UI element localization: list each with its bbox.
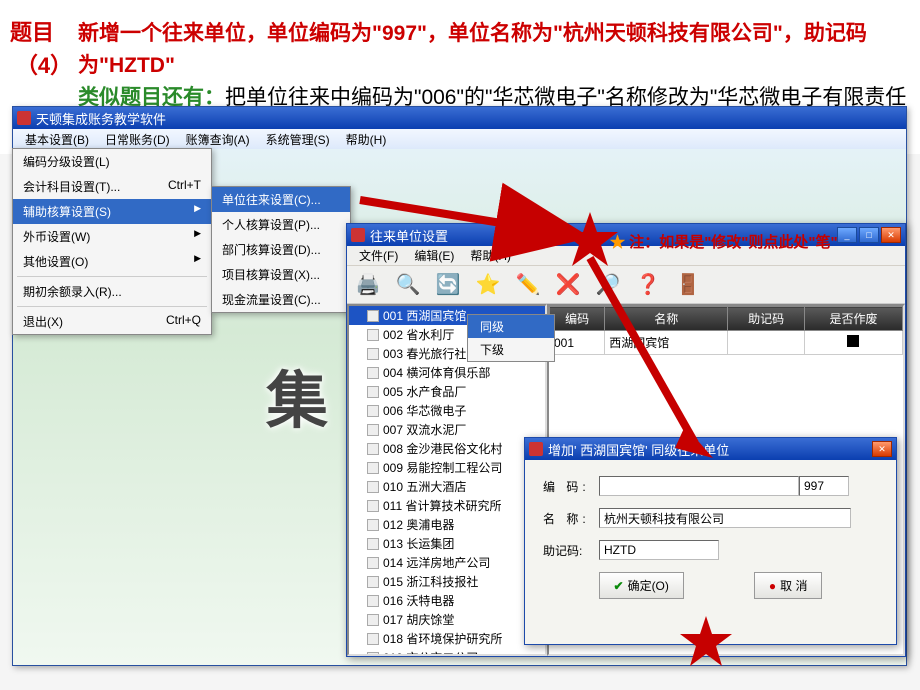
background-watermark: 集 (266, 350, 334, 440)
cancel-label: 取 消 (780, 577, 807, 594)
ok-button[interactable]: ✔ 确定(O) (599, 572, 684, 599)
dropdown-item[interactable]: 编码分级设置(L) (13, 149, 211, 174)
tree-item[interactable]: 013 长运集团 (349, 534, 545, 553)
tree-item[interactable]: 008 金沙港民俗文化村 (349, 439, 545, 458)
page-icon (367, 386, 379, 398)
page-icon (367, 481, 379, 493)
name-field[interactable] (599, 508, 851, 528)
page-icon (367, 652, 379, 657)
main-titlebar[interactable]: 天顿集成账务教学软件 (13, 107, 906, 129)
tree-item[interactable]: 019 市公交二公司 (349, 648, 545, 656)
question-number: （4） (10, 48, 78, 80)
page-icon (367, 633, 379, 645)
tree-item[interactable]: 016 沃特电器 (349, 591, 545, 610)
tree-item[interactable]: 005 水产食品厂 (349, 382, 545, 401)
print-icon[interactable]: 🖨️ (353, 270, 383, 300)
page-icon (367, 557, 379, 569)
edit-icon[interactable]: ✏️ (513, 270, 543, 300)
void-checkbox[interactable] (847, 335, 859, 347)
child-window-buttons: _ □ ✕ (837, 227, 901, 243)
menu-daily[interactable]: 日常账务(D) (97, 129, 178, 150)
minimize-button[interactable]: _ (837, 227, 857, 243)
submenu-item[interactable]: 现金流量设置(C)... (212, 287, 350, 312)
arrow-to-dialog (555, 248, 735, 468)
dropdown-item[interactable]: 期初余额录入(R)... (13, 279, 211, 304)
tree-item[interactable]: 014 远洋房地产公司 (349, 553, 545, 572)
tree-item[interactable]: 017 胡庆馀堂 (349, 610, 545, 629)
page-icon (367, 443, 379, 455)
tree-item[interactable]: 007 双流水泥厂 (349, 420, 545, 439)
close-button[interactable]: ✕ (881, 227, 901, 243)
search-icon[interactable]: 🔍 (393, 270, 423, 300)
page-icon (367, 405, 379, 417)
dialog-icon (529, 442, 543, 456)
page-icon (367, 329, 379, 341)
page-icon (367, 576, 379, 588)
cell-mnemonic (728, 331, 805, 355)
question-main: 新增一个往来单位，单位编码为"997"，单位名称为"杭州天顿科技有限公司"，助记… (78, 18, 910, 82)
cancel-icon: ● (769, 579, 776, 593)
star-bottom-icon (678, 614, 734, 670)
tree-item[interactable]: 004 横河体育俱乐部 (349, 363, 545, 382)
tree-item[interactable]: 011 省计算技术研究所 (349, 496, 545, 515)
th-void[interactable]: 是否作废 (804, 307, 902, 331)
page-icon (367, 538, 379, 550)
page-icon (367, 595, 379, 607)
main-menubar: 基本设置(B) 日常账务(D) 账簿查询(A) 系统管理(S) 帮助(H) (13, 129, 906, 149)
dropdown-item[interactable]: 辅助核算设置(S)▶ (13, 199, 211, 224)
dropdown-item[interactable]: 外币设置(W)▶ (13, 224, 211, 249)
menu-system[interactable]: 系统管理(S) (258, 129, 338, 150)
page-icon (367, 614, 379, 626)
code-field-left[interactable] (599, 476, 799, 496)
level-same[interactable]: 同级 (468, 315, 554, 338)
page-icon (367, 519, 379, 531)
dialog-close-button[interactable]: ✕ (872, 441, 892, 457)
page-icon (367, 500, 379, 512)
page-icon (367, 462, 379, 474)
check-icon: ✔ (614, 579, 624, 593)
page-icon (367, 367, 379, 379)
menu-basic[interactable]: 基本设置(B) (17, 129, 97, 150)
tree-item[interactable]: 015 浙江科技报社 (349, 572, 545, 591)
ok-label: 确定(O) (628, 577, 669, 594)
dropdown-item[interactable]: 退出(X)Ctrl+Q (13, 309, 211, 334)
menu-dropdown[interactable]: 编码分级设置(L)会计科目设置(T)...Ctrl+T辅助核算设置(S)▶外币设… (12, 148, 212, 335)
tree-item[interactable]: 009 易能控制工程公司 (349, 458, 545, 477)
level-child[interactable]: 下级 (468, 338, 554, 361)
dropdown-item[interactable]: 其他设置(O)▶ (13, 249, 211, 274)
main-title: 天顿集成账务教学软件 (36, 109, 902, 128)
cell-void (804, 331, 902, 355)
cancel-button[interactable]: ● 取 消 (754, 572, 823, 599)
app-icon (17, 111, 31, 125)
maximize-button[interactable]: □ (859, 227, 879, 243)
page-icon (367, 348, 379, 360)
tree-item[interactable]: 010 五洲大酒店 (349, 477, 545, 496)
th-mnemonic[interactable]: 助记码 (728, 307, 805, 331)
page-icon (367, 310, 379, 322)
tree-item[interactable]: 018 省环境保护研究所 (349, 629, 545, 648)
tree-item[interactable]: 006 华芯微电子 (349, 401, 545, 420)
menu-ledger[interactable]: 账簿查询(A) (178, 129, 258, 150)
label-name: 名 称: (543, 510, 599, 527)
refresh-icon[interactable]: 🔄 (433, 270, 463, 300)
tree-item[interactable]: 012 奥浦电器 (349, 515, 545, 534)
submenu-item[interactable]: 项目核算设置(X)... (212, 262, 350, 287)
menu-help[interactable]: 帮助(H) (338, 129, 395, 150)
label-code: 编 码: (543, 478, 599, 495)
dropdown-item[interactable]: 会计科目设置(T)...Ctrl+T (13, 174, 211, 199)
mnemonic-field[interactable] (599, 540, 719, 560)
code-field[interactable] (799, 476, 849, 496)
level-popup[interactable]: 同级 下级 (467, 314, 555, 362)
label-mnemonic: 助记码: (543, 542, 599, 559)
page-icon (367, 424, 379, 436)
star-icon[interactable]: ⭐ (473, 270, 503, 300)
